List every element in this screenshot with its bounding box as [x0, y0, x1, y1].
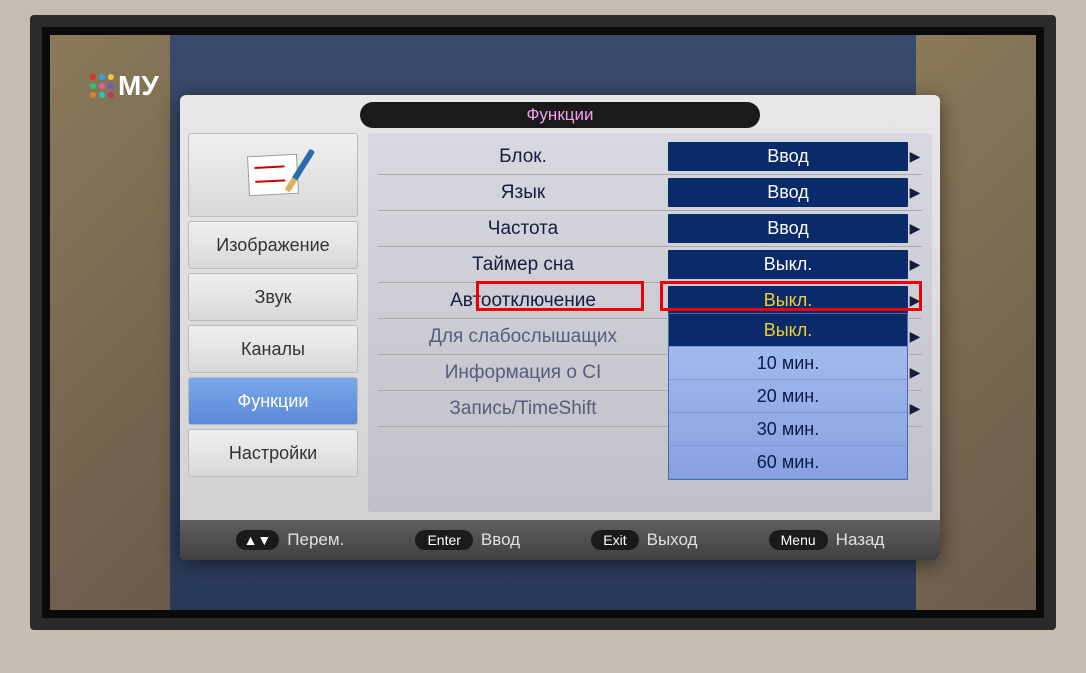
dropdown-option-label: 20 мин. — [757, 386, 819, 407]
setting-label: Автоотключение — [378, 290, 668, 312]
setting-value: Выкл. — [668, 286, 908, 315]
exit-badge: Exit — [591, 530, 638, 550]
setting-value: Выкл. — [668, 250, 908, 279]
setting-row-sleep-timer[interactable]: Таймер сна Выкл. ▶ — [378, 247, 922, 283]
dropdown-option-off[interactable]: Выкл. — [669, 314, 907, 347]
osd-panel: Функции Изображение Звук Каналы Функции … — [180, 95, 940, 560]
sidebar-item-settings[interactable]: Настройки — [188, 429, 358, 477]
dropdown-option-label: 60 мин. — [757, 452, 819, 473]
sidebar-item-label: Настройки — [229, 443, 317, 464]
dropdown-option-label: 10 мин. — [757, 353, 819, 374]
chevron-right-icon: ▶ — [908, 148, 922, 165]
setting-value: Ввод — [668, 142, 908, 171]
sidebar-item-label: Изображение — [216, 235, 329, 256]
setting-label: Язык — [378, 182, 668, 204]
osd-title: Функции — [360, 102, 760, 128]
enter-badge: Enter — [415, 530, 472, 550]
setting-value: Ввод — [668, 178, 908, 207]
setting-label: Для слабослышащих — [378, 326, 668, 348]
dropdown-option-label: 30 мин. — [757, 419, 819, 440]
footer-label: Выход — [647, 530, 698, 550]
sidebar-item-label: Каналы — [241, 339, 305, 360]
logo-dots-icon — [90, 74, 114, 98]
setting-row-lock[interactable]: Блок. Ввод ▶ — [378, 139, 922, 175]
sidebar-item-label: Функции — [238, 391, 309, 412]
osd-body: Изображение Звук Каналы Функции Настройк… — [180, 129, 940, 520]
auto-off-dropdown[interactable]: Выкл. 10 мин. 20 мин. 30 мин. 60 мин. — [668, 313, 908, 480]
sidebar: Изображение Звук Каналы Функции Настройк… — [188, 133, 358, 512]
dropdown-option-30min[interactable]: 30 мин. — [669, 413, 907, 446]
chevron-right-icon: ▶ — [908, 400, 922, 417]
background-left — [50, 35, 170, 610]
sidebar-category-icon-box — [188, 133, 358, 217]
setting-label: Частота — [378, 218, 668, 240]
tv-screen: МУ Функции Изображение Звук Каналы Функц… — [50, 35, 1036, 610]
dropdown-option-60min[interactable]: 60 мин. — [669, 446, 907, 479]
setting-label: Запись/TimeShift — [378, 398, 668, 420]
footer-label: Перем. — [287, 530, 344, 550]
footer-hint-navigate: ▲▼ Перем. — [236, 530, 345, 550]
sidebar-item-label: Звук — [255, 287, 292, 308]
checklist-icon — [247, 154, 299, 197]
menu-badge: Menu — [769, 530, 828, 550]
dropdown-option-20min[interactable]: 20 мин. — [669, 380, 907, 413]
settings-area: Блок. Ввод ▶ Язык Ввод ▶ Частота Ввод ▶ — [368, 133, 932, 512]
footer-label: Назад — [836, 530, 885, 550]
dropdown-option-label: Выкл. — [764, 320, 813, 341]
channel-logo-text: МУ — [118, 70, 159, 102]
chevron-right-icon: ▶ — [908, 220, 922, 237]
chevron-right-icon: ▶ — [908, 292, 922, 309]
osd-header: Функции — [180, 95, 940, 129]
updown-icon: ▲▼ — [236, 530, 280, 550]
dropdown-option-10min[interactable]: 10 мин. — [669, 347, 907, 380]
chevron-right-icon: ▶ — [908, 328, 922, 345]
chevron-right-icon: ▶ — [908, 256, 922, 273]
footer-label: Ввод — [481, 530, 520, 550]
setting-row-frequency[interactable]: Частота Ввод ▶ — [378, 211, 922, 247]
footer-hint-enter: Enter Ввод — [415, 530, 520, 550]
sidebar-item-functions[interactable]: Функции — [188, 377, 358, 425]
tv-frame: МУ Функции Изображение Звук Каналы Функц… — [30, 15, 1056, 630]
osd-footer: ▲▼ Перем. Enter Ввод Exit Выход Menu Наз… — [180, 520, 940, 560]
pencil-icon — [285, 149, 316, 193]
channel-logo: МУ — [90, 70, 159, 102]
sidebar-item-sound[interactable]: Звук — [188, 273, 358, 321]
footer-hint-exit: Exit Выход — [591, 530, 697, 550]
sidebar-item-channels[interactable]: Каналы — [188, 325, 358, 373]
chevron-right-icon: ▶ — [908, 364, 922, 381]
setting-label: Блок. — [378, 146, 668, 168]
chevron-right-icon: ▶ — [908, 184, 922, 201]
setting-row-language[interactable]: Язык Ввод ▶ — [378, 175, 922, 211]
footer-hint-menu: Menu Назад — [769, 530, 885, 550]
setting-value: Ввод — [668, 214, 908, 243]
sidebar-item-picture[interactable]: Изображение — [188, 221, 358, 269]
setting-label: Таймер сна — [378, 254, 668, 276]
setting-label: Информация о CI — [378, 362, 668, 384]
